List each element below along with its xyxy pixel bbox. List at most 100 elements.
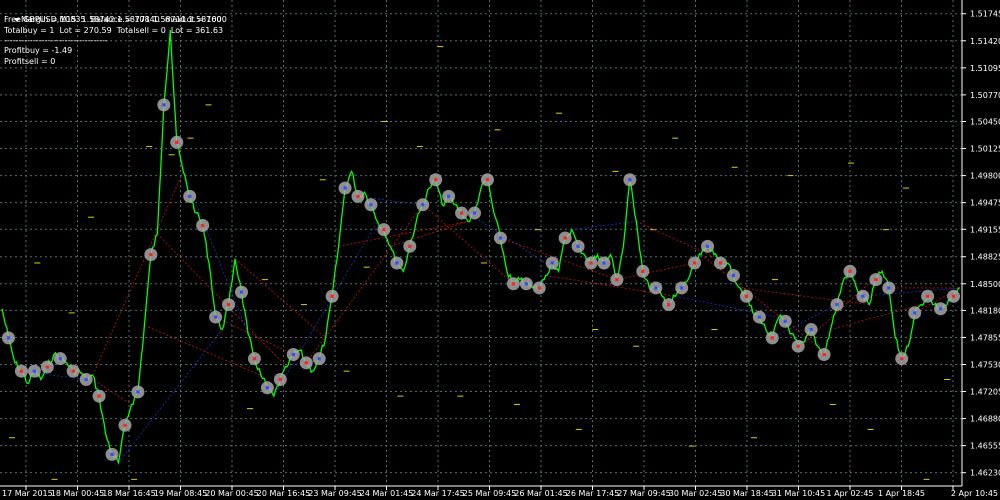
buy-arrow-icon	[58, 357, 62, 361]
x-tick-label: 20 Mar 00:45	[205, 489, 258, 498]
buy-arrow-icon	[938, 307, 943, 311]
sell-arrow-icon	[201, 223, 205, 228]
buy-arrow-icon	[757, 315, 761, 319]
buy-arrow-icon	[602, 261, 606, 265]
x-tick-label: 30 Mar 02:45	[669, 489, 722, 498]
sell-arrow-icon	[511, 282, 515, 286]
y-tick-label: 1.47855	[970, 333, 1000, 342]
y-tick-label: 1.46880	[970, 415, 1000, 424]
buy-arrow-icon	[343, 186, 347, 190]
buy-arrow-icon	[239, 290, 244, 294]
sell-arrow-icon	[874, 278, 878, 282]
buy-arrow-icon	[783, 319, 787, 323]
sell-arrow-icon	[123, 423, 127, 427]
sell-arrow-icon	[459, 211, 464, 215]
buy-trade-line	[273, 221, 378, 397]
buy-arrow-icon	[447, 194, 451, 198]
sell-arrow-icon	[900, 357, 904, 361]
sell-arrow-icon	[770, 336, 774, 340]
buy-arrow-icon	[214, 315, 218, 319]
buy-arrow-icon	[835, 302, 839, 307]
sell-arrow-icon	[382, 228, 386, 232]
sell-trade-line	[92, 171, 184, 376]
sell-arrow-icon	[537, 286, 541, 290]
x-tick-label: 18 Mar 16:45	[102, 489, 155, 498]
x-tick-label: 1 Apr 18:45	[878, 489, 925, 498]
sell-arrow-icon	[149, 253, 153, 257]
sell-arrow-icon	[356, 194, 360, 198]
buy-arrow-icon	[110, 452, 114, 456]
y-tick-label: 1.48825	[970, 253, 1000, 262]
y-tick-label: 1.47205	[970, 388, 1000, 397]
sell-arrow-icon	[822, 352, 826, 357]
x-tick-label: 1 Apr 02:45	[826, 489, 873, 498]
buy-arrow-icon	[913, 311, 917, 315]
sell-arrow-icon	[408, 244, 412, 248]
chart-grid	[0, 0, 962, 486]
sell-arrow-icon	[19, 369, 24, 373]
sell-arrow-icon	[641, 269, 645, 273]
buy-arrow-icon	[861, 294, 865, 298]
buy-arrow-icon	[576, 244, 580, 248]
buy-arrow-icon	[136, 390, 140, 394]
buy-arrow-icon	[6, 336, 11, 340]
buy-trade-line	[571, 220, 637, 231]
sell-arrow-icon	[563, 236, 567, 240]
sell-arrow-icon	[252, 357, 257, 361]
x-tick-label: 27 Mar 09:45	[617, 489, 670, 498]
y-tick-label: 1.47530	[970, 361, 1000, 370]
price-axis[interactable]: 1.51745 1.51420 1.51095 1.50770 1.50450 1.501…	[961, 0, 1000, 486]
y-tick-label: 1.50125	[970, 145, 1000, 154]
time-axis[interactable]: 17 Mar 201518 Mar 00:4518 Mar 16:4519 Ma…	[0, 485, 998, 498]
sell-arrow-icon	[796, 344, 800, 348]
y-tick-label: 1.49800	[970, 172, 1000, 181]
y-tick-label: 1.48500	[970, 280, 1000, 289]
sell-trade-line	[234, 258, 326, 339]
x-tick-label: 26 Mar 17:45	[566, 489, 619, 498]
x-tick-label: 24 Mar 01:45	[360, 489, 413, 498]
buy-arrow-icon	[680, 286, 684, 290]
sell-trade-line	[215, 316, 294, 355]
sell-arrow-icon	[615, 278, 619, 282]
y-tick-label: 1.51420	[970, 37, 1000, 46]
sell-arrow-icon	[589, 261, 593, 265]
sell-arrow-icon	[718, 261, 723, 265]
buy-arrow-icon	[421, 203, 425, 207]
chart-window[interactable]: 1.51745 1.51420 1.51095 1.50770 1.50450 1.501…	[0, 0, 1000, 500]
price-chart[interactable]: 1.51745 1.51420 1.51095 1.50770 1.50450 1.501…	[0, 0, 1000, 500]
x-tick-label: 20 Mar 16:45	[257, 489, 310, 498]
buy-arrow-icon	[550, 261, 554, 265]
buy-arrow-icon	[32, 369, 36, 373]
sell-arrow-icon	[330, 294, 334, 298]
sell-arrow-icon	[693, 261, 697, 265]
buy-arrow-icon	[162, 103, 166, 107]
buy-trade-line	[862, 287, 961, 297]
x-tick-label: 31 Mar 10:45	[772, 489, 825, 498]
buy-arrow-icon	[731, 273, 736, 278]
sell-arrow-icon	[278, 377, 282, 382]
y-tick-label: 1.46555	[970, 442, 1000, 451]
trade-markers	[1, 98, 961, 461]
sell-trade-line	[144, 325, 262, 376]
buy-arrow-icon	[654, 286, 658, 290]
sell-arrow-icon	[175, 140, 179, 144]
buy-arrow-icon	[887, 286, 891, 290]
sell-arrow-icon	[304, 361, 308, 365]
y-tick-label: 1.50450	[970, 118, 1000, 127]
sell-arrow-icon	[45, 365, 49, 369]
account-info: FreeMargin = 10835 Balance = 10840 maxLo…	[4, 15, 227, 24]
sell-trade-line	[830, 304, 922, 330]
sell-arrow-icon	[951, 294, 956, 298]
x-tick-label: 23 Mar 09:45	[308, 489, 361, 498]
sell-arrow-icon	[848, 269, 852, 273]
x-tick-label: 2 Apr 10:45	[951, 489, 998, 498]
sell-arrow-icon	[434, 178, 438, 182]
x-tick-label: 19 Mar 08:45	[154, 489, 207, 498]
buy-arrow-icon	[628, 178, 632, 182]
y-tick-label: 1.49155	[970, 225, 1000, 234]
x-tick-label: 30 Mar 18:45	[720, 489, 773, 498]
y-tick-label: 1.51745	[970, 10, 1000, 19]
x-tick-label: 24 Mar 17:45	[411, 489, 464, 498]
sell-arrow-icon	[226, 302, 231, 307]
buy-arrow-icon	[265, 386, 269, 390]
